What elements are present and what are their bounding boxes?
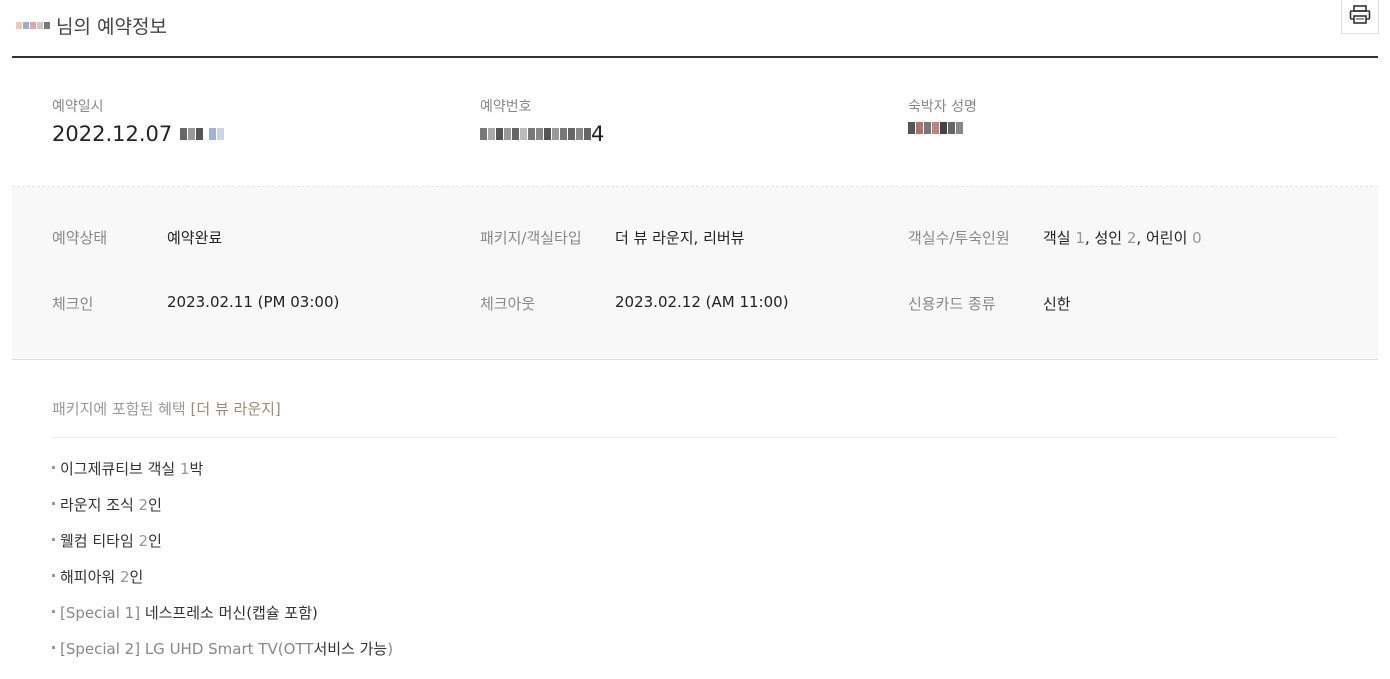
list-item: 웰컴 티타임 2인 [52, 530, 1338, 566]
reservation-date-label: 예약일시 [52, 99, 104, 115]
checkin-label: 체크인 [52, 295, 94, 313]
list-item: 라운지 조식 2인 [52, 494, 1338, 530]
checkout-label: 체크아웃 [480, 295, 536, 313]
reservation-number-label: 예약번호 [480, 99, 532, 115]
reservation-details: 예약상태 예약완료 패키지/객실타입 더 뷰 라운지, 리버뷰 객실수/투숙인원… [12, 187, 1378, 360]
status-label: 예약상태 [52, 229, 108, 247]
masked-time [180, 128, 225, 140]
rooms-value: 객실 1, 성인 2, 어린이 0 [1043, 229, 1202, 247]
reservation-summary: 예약일시 2022.12.07 예약번호 4 숙박자 성명 [12, 58, 1378, 187]
reservation-number-tail: 4 [591, 122, 605, 146]
masked-user-name [16, 22, 50, 29]
card-value: 신한 [1043, 295, 1071, 313]
benefit-list: 이그제큐티브 객실 1박 라운지 조식 2인 웰컴 티타임 2인 해피아워 2인… [52, 438, 1338, 674]
checkin-value: 2023.02.11 (PM 03:00) [167, 293, 340, 311]
reservation-number-block: 예약번호 4 [480, 96, 604, 146]
masked-guest-name [908, 122, 963, 134]
package-benefits-title: 패키지에 포함된 혜택 [더 뷰 라운지] [52, 360, 1338, 438]
status-value: 예약완료 [167, 229, 223, 247]
page-title: 님의 예약정보 [16, 12, 167, 39]
package-name: [더 뷰 라운지] [190, 400, 281, 418]
page-header: 님의 예약정보 [12, 0, 1379, 58]
package-benefits: 패키지에 포함된 혜택 [더 뷰 라운지] 이그제큐티브 객실 1박 라운지 조… [52, 360, 1338, 674]
print-button[interactable] [1341, 0, 1379, 34]
list-item: 이그제큐티브 객실 1박 [52, 458, 1338, 494]
reservation-date-block: 예약일시 2022.12.07 [52, 96, 225, 146]
guest-name-block: 숙박자 성명 [908, 96, 977, 134]
title-suffix: 님의 예약정보 [56, 16, 167, 38]
masked-reservation-number [480, 128, 591, 140]
guest-name-label: 숙박자 성명 [908, 99, 977, 115]
card-label: 신용카드 종류 [908, 295, 996, 313]
package-label: 패키지/객실타입 [480, 229, 582, 247]
list-item: 해피아워 2인 [52, 566, 1338, 602]
list-item: [Special 1] 네스프레소 머신(캡슐 포함) [52, 602, 1338, 638]
checkout-value: 2023.02.12 (AM 11:00) [615, 293, 789, 311]
rooms-label: 객실수/투숙인원 [908, 229, 1010, 247]
package-value: 더 뷰 라운지, 리버뷰 [615, 229, 745, 247]
printer-icon [1349, 5, 1371, 24]
reservation-date-value: 2022.12.07 [52, 122, 173, 146]
list-item: [Special 2] LG UHD Smart TV(OTT서비스 가능) [52, 638, 1338, 674]
